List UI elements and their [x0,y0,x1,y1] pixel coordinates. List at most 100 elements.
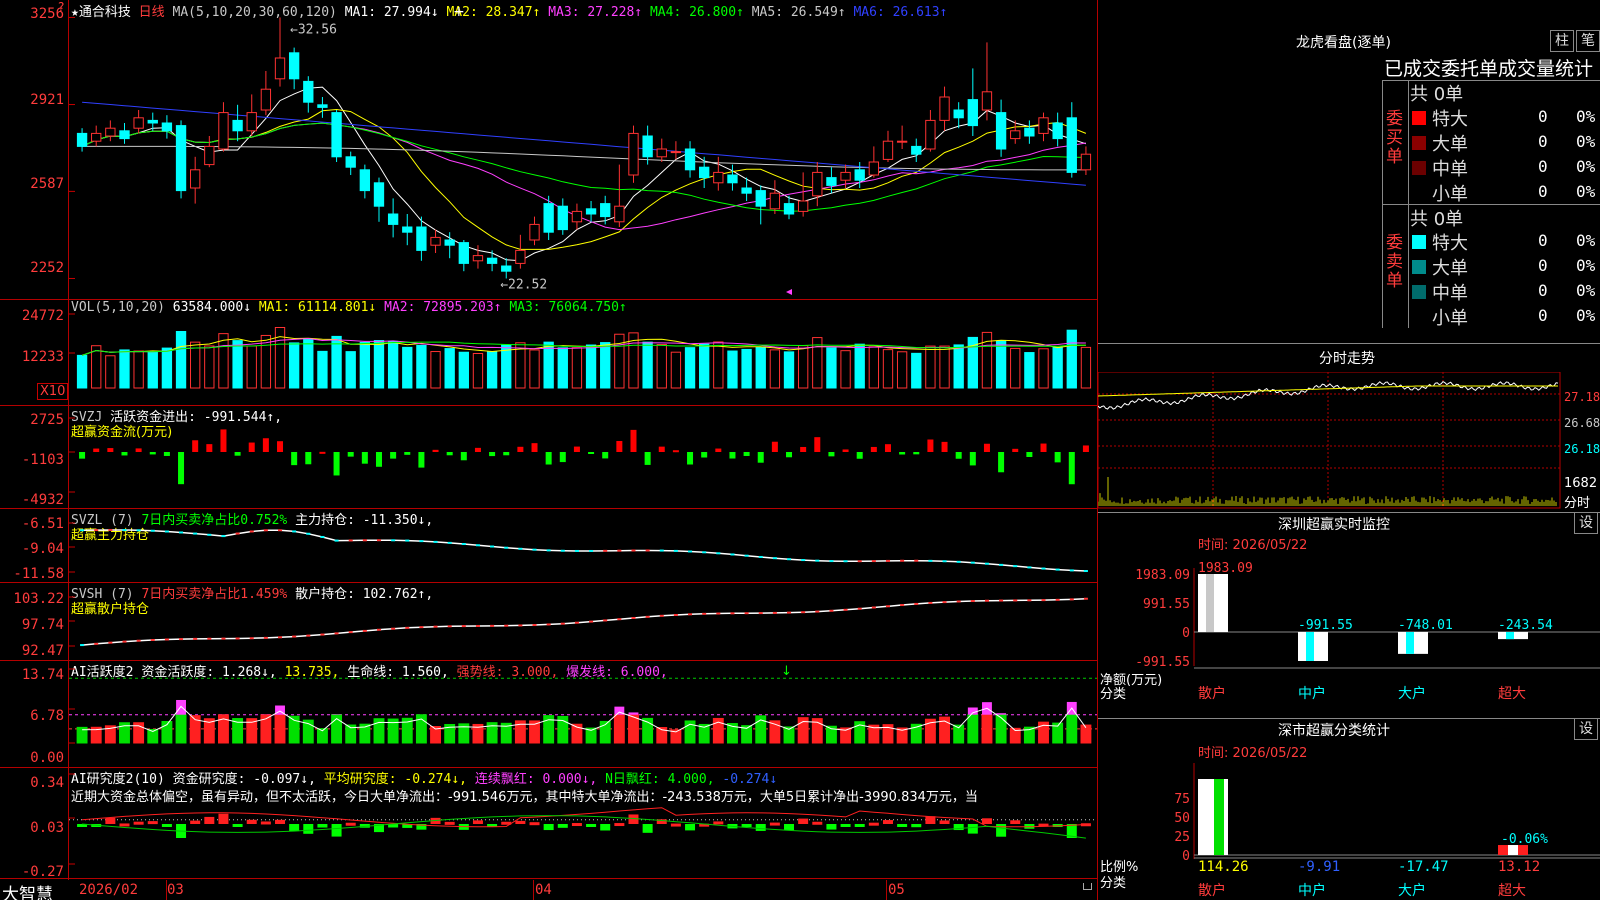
bottom-bar: 大智慧 2026/02 03 04 05 [0,880,1098,900]
sz-unit: 分类 [1100,687,1126,702]
intraday-chart[interactable] [1098,372,1600,510]
candle-body [260,88,272,111]
svzj-bar [192,440,199,452]
svzl-line-dot [1069,569,1074,572]
candle-body [1066,117,1077,173]
svzl-line-dot [999,563,1004,566]
ss-category: 散户 [1198,882,1226,899]
svsh-line-dot [843,608,848,611]
svsh-line-dot [235,637,240,640]
svsh-line-dot [461,625,466,628]
volume-bar [600,342,611,389]
candle-body [1010,130,1021,140]
ai-active-chart[interactable]: ↓ [69,661,1097,767]
sz-monitor-chart[interactable]: 1983.09 991.55 0 -991.55 1983.09 -991.55 -748.… [1098,548,1600,718]
svzl-chart[interactable] [69,509,1097,582]
svzj-bar [79,452,86,459]
svsh-line-dot [730,612,735,615]
svzl-line-dot [631,549,636,552]
svzl-line-dot [1013,565,1018,568]
air-bar [289,824,300,832]
volume-bar [995,340,1007,389]
svsh-line-dot [956,600,961,603]
column-view-button[interactable]: 柱 [1550,30,1574,52]
svzj-chart[interactable] [69,406,1097,508]
candle-body [133,117,144,129]
svsh-line-dot [716,612,721,615]
candle-body [246,112,257,132]
svzl-line-dot [108,528,113,531]
svsh-line-dot [546,623,551,626]
air-bar [260,821,271,825]
svsh-line-dot [334,632,339,635]
svzj-bar [616,440,623,452]
candle-body [557,205,568,231]
buy-row-label: 特大 [1432,109,1468,130]
svsh-line-dot [871,606,876,609]
candle-body [501,265,512,272]
tick-view-button[interactable]: 笔 [1576,30,1600,52]
svzj-bar [107,448,114,452]
candle-body [204,145,215,166]
air-bar [670,823,681,827]
ss-category: 大户 [1398,882,1426,899]
svsh-line-dot [306,634,311,637]
svsh-line-dot [688,613,693,616]
air-bar [614,823,625,827]
air-bar [586,824,597,827]
left-charts: ★通合科技 日线 MA(5,10,20,30,60,120) MA1: 27.9… [0,0,1098,900]
svsh-line-dot [419,626,424,629]
svzj-bar [771,441,778,452]
ss-settings-button[interactable]: 设 [1574,718,1598,740]
candle-body [1080,153,1092,171]
candle-body [797,200,809,212]
svzj-bar [277,441,284,452]
stats-title: 已成交委托单成交量统计 [1384,58,1594,80]
sell-group-label: 委卖单 [1386,233,1403,291]
svzj-bar [856,452,863,459]
volume-bar [359,341,371,389]
svzj-bar [983,443,990,452]
volume-bar [670,351,682,389]
ss-value: 114.26 [1198,859,1249,875]
svsh-line-dot [942,601,947,604]
volume-bar [175,330,187,389]
air-bar [529,822,540,826]
svzl-line-dot [673,549,678,552]
candle-body [359,169,371,192]
air-bar [275,819,286,824]
svsh-line-dot [532,624,537,627]
candlestick-chart[interactable]: ←32.56 ←22.52 + [69,0,1097,299]
lock-icon[interactable] [1083,883,1092,890]
air-bar [1010,820,1021,824]
svzl-line-dot [574,549,579,552]
sz-category: 超大 [1498,686,1526,702]
air-bar [685,824,696,831]
candle-body [543,203,554,233]
air-bar [798,818,809,824]
ai-research-y-2: -0.27 [21,864,64,880]
ss-y-label: 25 [1174,830,1190,845]
svsh-line-dot [376,628,381,631]
volume-bar [557,347,568,389]
svzl-line-dot [405,539,410,542]
candle-body [175,125,187,192]
volume-bar [204,345,215,389]
ai-research-chart[interactable] [69,768,1097,878]
sz-settings-button[interactable]: 设 [1574,512,1598,534]
svsh-line-dot [475,624,480,627]
svsh-line-dot [1027,599,1032,602]
air-bar [317,824,328,828]
svsh-line-dot [815,610,820,613]
svzl-line-dot [1083,570,1088,573]
svzl-line-dot [942,560,947,563]
sell-row-swatch [1412,235,1426,249]
svsh-line [82,597,1086,646]
volume-bar [642,341,653,389]
svsh-chart[interactable] [69,583,1097,660]
svsh-line-dot [405,626,410,629]
sell-row-pct: 0% [1576,306,1596,325]
ss-category-chart[interactable]: 75 50 25 0 -0.06% 114.26 -9.91 -17.47 13.12 散户 中户 大… [1098,755,1600,900]
volume-chart[interactable] [69,300,1097,405]
sz-unit: 净额(万元) [1100,673,1162,688]
